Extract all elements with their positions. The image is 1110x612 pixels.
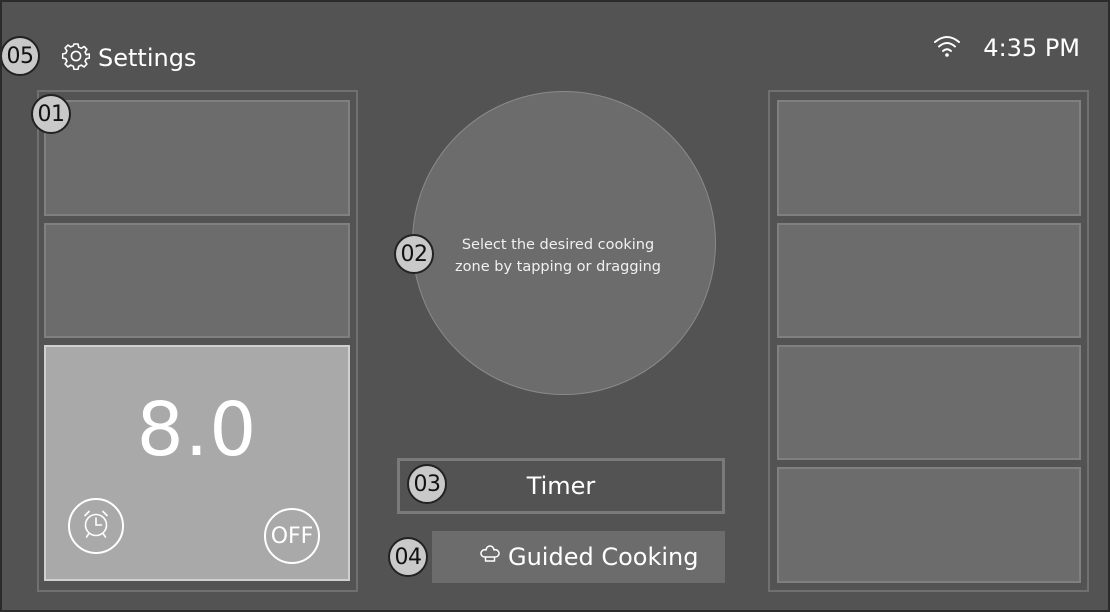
timer-label: Timer <box>526 472 596 500</box>
settings-label: Settings <box>98 44 197 72</box>
zone-hint-text: Select the desired cooking zone by tappi… <box>455 237 661 275</box>
callout-01: 01 <box>31 94 71 134</box>
status-bar: 4:35 PM <box>933 34 1080 62</box>
wifi-icon <box>933 34 961 62</box>
right-zone-tile-3[interactable] <box>777 345 1081 460</box>
left-zone-tile-2[interactable] <box>44 223 350 338</box>
chef-hat-icon <box>478 542 502 572</box>
callout-04: 04 <box>388 537 428 577</box>
clock-time: 4:35 PM <box>983 34 1080 62</box>
zone-timer-button[interactable] <box>68 498 124 554</box>
callout-02: 02 <box>394 234 434 274</box>
gear-icon <box>61 42 91 74</box>
off-label: OFF <box>270 523 314 549</box>
active-zone-tile[interactable]: 8.0 OFF <box>44 345 350 581</box>
callout-05: 05 <box>2 36 40 76</box>
alarm-clock-icon <box>79 507 113 545</box>
right-zone-tile-4[interactable] <box>777 467 1081 583</box>
settings-button[interactable]: Settings <box>61 38 197 78</box>
left-zone-tile-1[interactable] <box>44 100 350 216</box>
right-zone-tile-2[interactable] <box>777 223 1081 338</box>
guided-cooking-label: Guided Cooking <box>508 543 699 571</box>
cooktop-screen: Settings 4:35 PM 8.0 OFF Select the desi… <box>0 0 1110 612</box>
guided-cooking-button[interactable]: Guided Cooking <box>432 531 725 583</box>
callout-03: 03 <box>407 464 447 504</box>
zone-off-button[interactable]: OFF <box>264 508 320 564</box>
power-level: 8.0 <box>136 387 258 473</box>
right-zone-tile-1[interactable] <box>777 100 1081 216</box>
